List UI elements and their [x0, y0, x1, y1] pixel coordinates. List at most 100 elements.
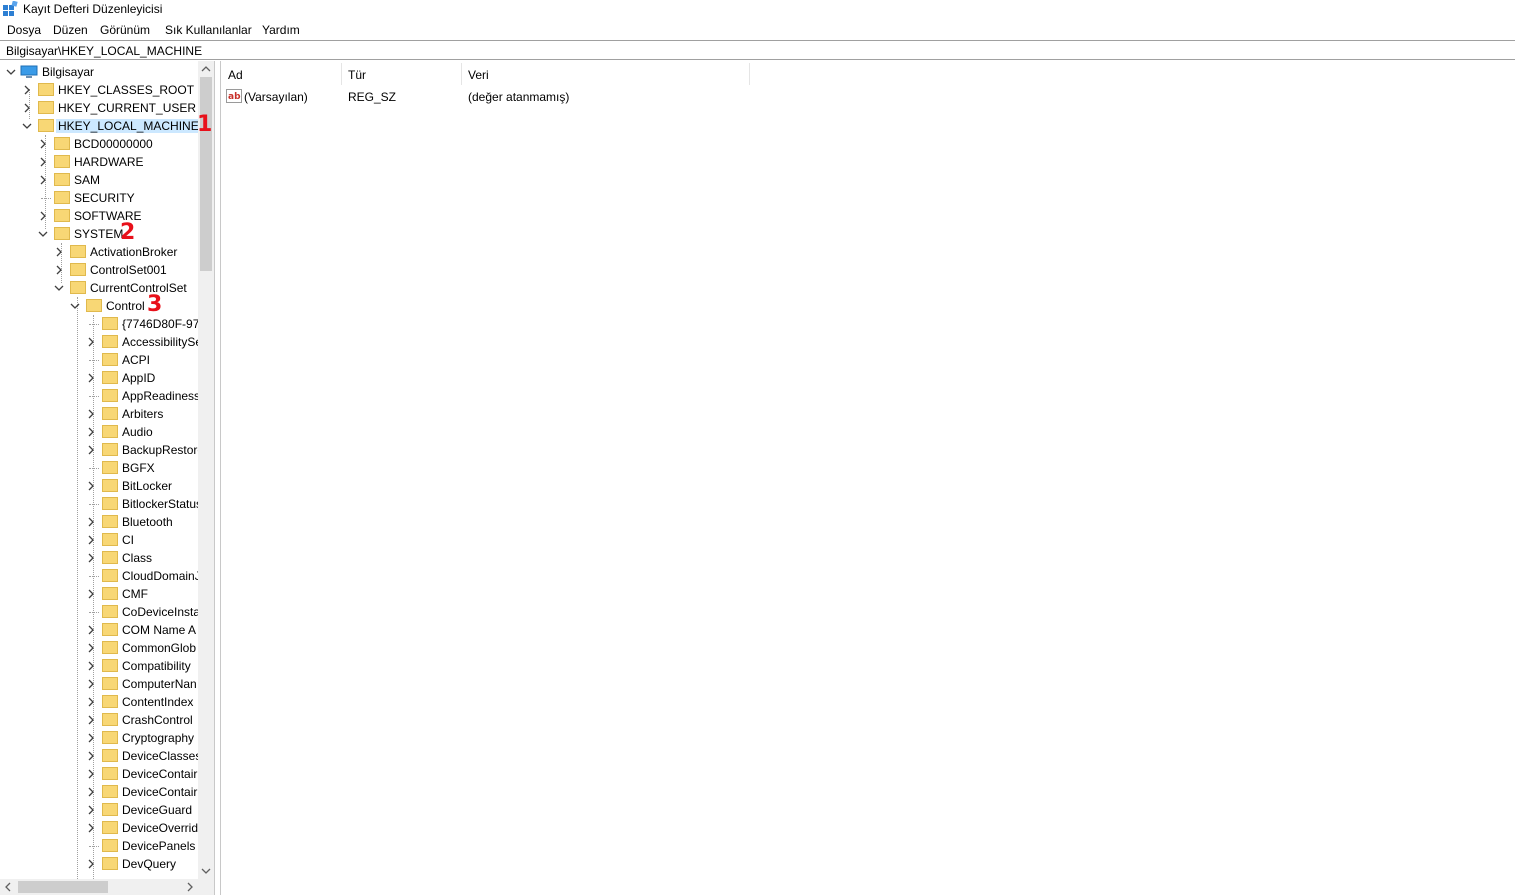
chevron-right-icon[interactable] [53, 263, 65, 277]
chevron-right-icon[interactable] [85, 407, 97, 421]
chevron-right-icon[interactable] [85, 731, 97, 745]
tree-node[interactable]: COM Name A [0, 621, 198, 639]
chevron-right-icon[interactable] [37, 209, 49, 223]
tree-node[interactable]: ComputerNan [0, 675, 198, 693]
chevron-right-icon[interactable] [85, 785, 97, 799]
tree-node[interactable]: CloudDomainJ [0, 567, 201, 585]
tree-node[interactable]: DevicePanels [0, 837, 198, 855]
chevron-right-icon[interactable] [37, 155, 49, 169]
tree-node[interactable]: AppReadiness [0, 387, 200, 405]
chevron-right-icon[interactable] [85, 803, 97, 817]
chevron-right-icon[interactable] [37, 137, 49, 151]
scroll-left-icon[interactable] [0, 879, 16, 895]
chevron-right-icon[interactable] [85, 677, 97, 691]
chevron-right-icon[interactable] [85, 551, 97, 565]
column-header-name[interactable]: Ad [221, 61, 341, 85]
chevron-down-icon[interactable] [69, 299, 81, 313]
tree-vertical-scrollbar[interactable] [198, 61, 214, 879]
chevron-right-icon[interactable] [85, 515, 97, 529]
tree-node[interactable]: {7746D80F-97E [0, 315, 207, 333]
tree-node[interactable]: Bluetooth [0, 513, 198, 531]
chevron-right-icon[interactable] [85, 659, 97, 673]
tree-node[interactable]: HKEY_CURRENT_USER [0, 99, 198, 117]
tree-root-computer[interactable]: Bilgisayar [0, 63, 198, 81]
tree-node[interactable]: SECURITY [0, 189, 198, 207]
chevron-right-icon[interactable] [85, 641, 97, 655]
menu-help[interactable]: Yardım [262, 23, 300, 37]
chevron-down-icon[interactable] [5, 65, 17, 79]
tree-node[interactable]: CoDeviceInsta [0, 603, 200, 621]
chevron-right-icon[interactable] [85, 695, 97, 709]
chevron-right-icon[interactable] [85, 749, 97, 763]
address-bar[interactable]: Bilgisayar\HKEY_LOCAL_MACHINE [0, 40, 1515, 60]
values-list[interactable]: Ad Tür Veri ab (Varsayılan) REG_SZ (değe… [221, 61, 1515, 895]
chevron-right-icon[interactable] [85, 479, 97, 493]
tree-node[interactable]: DeviceOverrid [0, 819, 198, 837]
chevron-right-icon[interactable] [21, 83, 33, 97]
tree-node[interactable]: DeviceClasses [0, 747, 201, 765]
chevron-right-icon[interactable] [85, 533, 97, 547]
tree-node[interactable]: Arbiters [0, 405, 198, 423]
tree-node[interactable]: HARDWARE [0, 153, 198, 171]
tree-node[interactable]: CommonGlob [0, 639, 198, 657]
tree-node[interactable]: AccessibilitySe [0, 333, 202, 351]
tree-node[interactable]: ControlSet001 [0, 261, 198, 279]
column-header-type[interactable]: Tür [341, 61, 461, 85]
menu-edit[interactable]: Düzen [53, 23, 88, 37]
tree-node[interactable]: AppID [0, 369, 198, 387]
tree-node[interactable]: Audio [0, 423, 198, 441]
chevron-right-icon[interactable] [85, 623, 97, 637]
tree-node[interactable]: DeviceContair [0, 783, 198, 801]
chevron-right-icon[interactable] [53, 245, 65, 259]
chevron-right-icon[interactable] [85, 767, 97, 781]
column-header-data[interactable]: Veri [461, 61, 749, 85]
tree-node[interactable]: Cryptography [0, 729, 198, 747]
tree-node[interactable]: DeviceGuard [0, 801, 198, 819]
tree-hscroll-thumb[interactable] [18, 881, 108, 893]
tree-horizontal-scrollbar[interactable] [0, 879, 198, 895]
tree-node[interactable]: CMF [0, 585, 198, 603]
tree-node[interactable]: SAM [0, 171, 198, 189]
chevron-right-icon[interactable] [85, 335, 97, 349]
tree-node[interactable]: Control [0, 297, 198, 315]
chevron-right-icon[interactable] [37, 173, 49, 187]
registry-tree[interactable]: Bilgisayar HKEY_CLASSES_ROOT HKEY_CURRENT… [0, 61, 215, 895]
tree-node[interactable]: Compatibility [0, 657, 198, 675]
tree-node[interactable]: CurrentControlSet [0, 279, 198, 297]
tree-node[interactable]: HKEY_LOCAL_MACHINE [0, 117, 201, 135]
tree-node[interactable]: BitLocker [0, 477, 198, 495]
chevron-right-icon[interactable] [85, 371, 97, 385]
chevron-right-icon[interactable] [85, 443, 97, 457]
tree-node[interactable]: SYSTEM [0, 225, 198, 243]
scroll-up-icon[interactable] [198, 61, 214, 77]
tree-node[interactable]: BCD00000000 [0, 135, 198, 153]
scroll-right-icon[interactable] [182, 879, 198, 895]
tree-node[interactable]: DeviceContair [0, 765, 198, 783]
table-row[interactable]: ab (Varsayılan) REG_SZ (değer atanmamış) [221, 87, 1021, 107]
tree-node[interactable]: ActivationBroker [0, 243, 198, 261]
menu-favorites[interactable]: Sık Kullanılanlar [165, 23, 252, 37]
tree-node[interactable]: BackupRestore [0, 441, 204, 459]
tree-node[interactable]: CrashControl [0, 711, 198, 729]
chevron-down-icon[interactable] [37, 227, 49, 241]
chevron-right-icon[interactable] [85, 587, 97, 601]
chevron-right-icon[interactable] [85, 821, 97, 835]
tree-node[interactable]: ACPI [0, 351, 198, 369]
chevron-right-icon[interactable] [85, 713, 97, 727]
chevron-right-icon[interactable] [21, 101, 33, 115]
tree-node[interactable]: Class [0, 549, 198, 567]
chevron-down-icon[interactable] [21, 119, 33, 133]
tree-node[interactable]: BitlockerStatus [0, 495, 202, 513]
tree-node[interactable]: BGFX [0, 459, 198, 477]
tree-node[interactable]: DevQuery [0, 855, 198, 873]
tree-node[interactable]: HKEY_CLASSES_ROOT [0, 81, 198, 99]
menu-file[interactable]: Dosya [7, 23, 41, 37]
chevron-down-icon[interactable] [53, 281, 65, 295]
column-separator[interactable] [749, 63, 750, 85]
chevron-right-icon[interactable] [85, 857, 97, 871]
tree-node[interactable]: CI [0, 531, 198, 549]
menu-view[interactable]: Görünüm [100, 23, 150, 37]
chevron-right-icon[interactable] [85, 425, 97, 439]
address-path[interactable]: Bilgisayar\HKEY_LOCAL_MACHINE [6, 44, 202, 58]
tree-node[interactable]: SOFTWARE [0, 207, 198, 225]
